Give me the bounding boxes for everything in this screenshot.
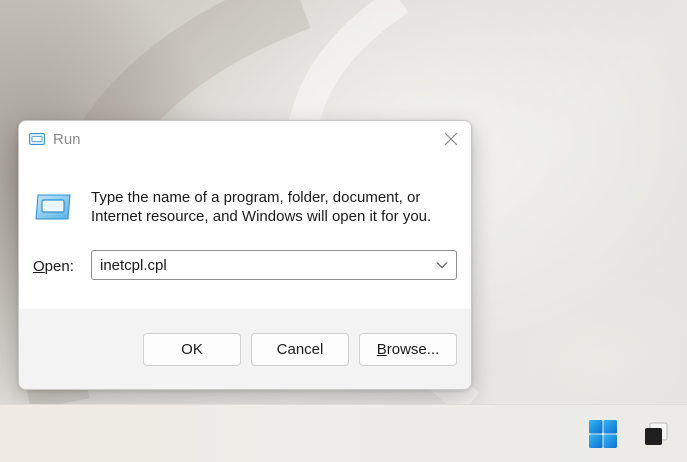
run-dialog: Run Type the name of a program, folder, … xyxy=(18,120,472,390)
browse-mnemonic: B xyxy=(376,341,387,358)
close-button[interactable] xyxy=(431,121,471,157)
open-label-text: pen: xyxy=(44,258,74,275)
browse-button[interactable]: Browse... xyxy=(359,333,457,366)
task-view-icon xyxy=(645,422,668,445)
open-combobox[interactable]: inetcpl.cpl xyxy=(91,250,457,280)
dropdown-button[interactable] xyxy=(428,251,456,279)
run-app-icon xyxy=(29,133,45,145)
ok-button[interactable]: OK xyxy=(143,333,241,366)
start-button[interactable] xyxy=(584,417,622,451)
button-bar: OK Cancel Browse... xyxy=(19,309,471,389)
task-view-button[interactable] xyxy=(638,417,674,451)
cancel-button[interactable]: Cancel xyxy=(251,333,349,366)
browse-label-text: rowse... xyxy=(386,341,440,358)
dialog-content: Type the name of a program, folder, docu… xyxy=(19,157,471,309)
taskbar xyxy=(0,404,687,462)
title-bar[interactable]: Run xyxy=(19,121,471,157)
chevron-down-icon xyxy=(436,262,448,269)
dialog-description: Type the name of a program, folder, docu… xyxy=(91,189,432,225)
windows-logo-icon xyxy=(589,420,617,448)
run-app-icon xyxy=(35,194,71,220)
close-icon xyxy=(444,132,458,146)
open-input[interactable]: inetcpl.cpl xyxy=(92,257,428,274)
open-label-mnemonic: O xyxy=(33,258,45,275)
open-label: Open: xyxy=(33,258,74,275)
window-title: Run xyxy=(53,131,81,148)
